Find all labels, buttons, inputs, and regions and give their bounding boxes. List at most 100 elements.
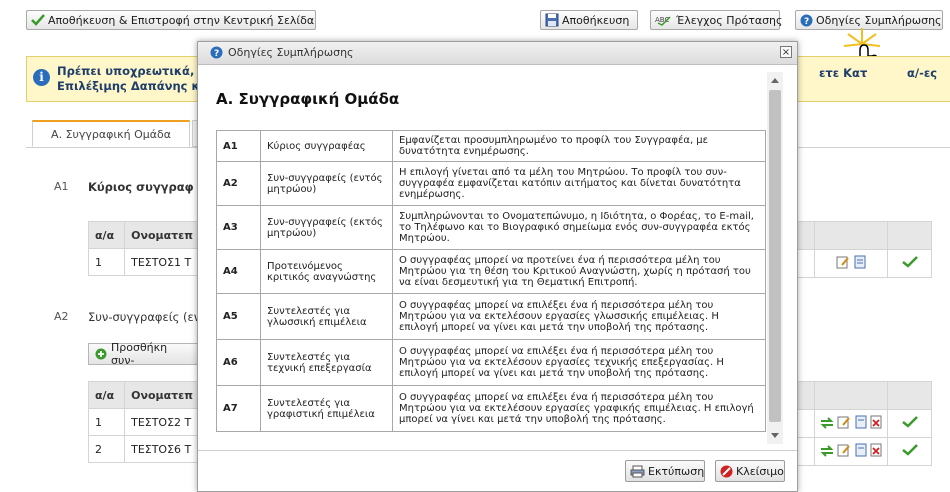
dialog-body: Α. Συγγραφική Ομάδα A1 Κύριος συγγραφέας Ε…: [204, 70, 784, 452]
guide-label: Συντελεστές για γραφιστική επιμέλεια: [260, 385, 393, 432]
guide-row: A5 Συντελεστές για γλωσσική επιμέλεια Ο συ…: [216, 293, 766, 340]
col-header-num: α/α: [87, 381, 126, 409]
svg-text:?: ?: [804, 17, 809, 27]
cancel-icon: [720, 465, 733, 478]
guide-label: Συντελεστές για τεχνική επεξεργασία: [260, 339, 393, 386]
guide-table: A1 Κύριος συγγραφέας Εμφανίζεται προσυμπλη…: [216, 130, 766, 432]
scroll-thumb[interactable]: [769, 90, 781, 422]
alert-right-text-2: α/-ες: [907, 66, 938, 80]
guide-code: A3: [216, 205, 261, 250]
close-button[interactable]: Κλείσιμο: [715, 460, 785, 482]
swap-icon[interactable]: [820, 445, 834, 457]
guide-label: Συν-συγγραφείς (εκτός μητρώου): [260, 205, 393, 250]
document-icon[interactable]: [855, 443, 867, 457]
dialog-scrollbar[interactable]: [767, 72, 783, 444]
add-coauthor-button[interactable]: Προσθήκη συν-: [88, 341, 198, 367]
check-proposal-label: Έλεγχος Πρότασης: [676, 13, 783, 27]
guide-desc: Εμφανίζεται προσυμπληρωμένο το προφίλ το…: [392, 130, 766, 162]
add-coauthor-label: Προσθήκη συν-: [111, 341, 168, 367]
help-icon: ?: [800, 14, 813, 27]
table-row: 1 ΤΕΣΤΟΣ2 Τ: [87, 408, 200, 436]
row-num: 1: [87, 408, 126, 436]
save-return-button[interactable]: Αποθήκευση & Επιστροφή στην Κεντρική Σελ…: [26, 10, 316, 30]
svg-text:?: ?: [214, 49, 219, 59]
guide-label: Συν-συγγραφείς (εντός μητρώου): [260, 161, 393, 206]
guide-row: A4 Προτεινόμενος κριτικός αναγνώστης Ο συγ…: [216, 249, 766, 294]
save-button[interactable]: Αποθήκευση: [540, 10, 638, 30]
alert-right-text: ετε Κατ: [819, 66, 868, 80]
table-a1-actions: [784, 221, 932, 278]
guide-code: A1: [216, 130, 261, 162]
edit-icon[interactable]: [837, 443, 851, 457]
save-return-label: Αποθήκευση & Επιστροφή στην Κεντρική Σελ…: [48, 13, 315, 27]
guide-desc: Η επιλογή γίνεται από τα μέλη του Μητρώο…: [392, 161, 766, 206]
guide-desc: Ο συγγραφέας μπορεί να επιλέξει ένα ή πε…: [392, 385, 766, 432]
table-a1: α/α Ονοματεπ 1 ΤΕΣΤΟΣ1 Τ: [87, 221, 200, 276]
save-label: Αποθήκευση: [562, 13, 630, 27]
col-header-name: Ονοματεπ: [124, 221, 200, 249]
guide-desc: Ο συγγραφέας μπορεί να επιλέξει ένα ή πε…: [392, 339, 766, 386]
guide-label: Συντελεστές για γλωσσική επιμέλεια: [260, 293, 393, 340]
close-label: Κλείσιμο: [736, 464, 784, 478]
table-row: 2 ΤΕΣΤΟΣ6 Τ: [87, 435, 200, 463]
alert-line-2: Επιλέξιμης Δαπάνης κ: [57, 79, 200, 93]
scroll-up-icon[interactable]: [771, 78, 779, 83]
guide-desc: Ο συγγραφέας μπορεί να επιλέξει ένα ή πε…: [392, 293, 766, 340]
document-icon[interactable]: [855, 415, 867, 429]
print-label: Εκτύπωση: [648, 464, 705, 478]
tab-writing-team[interactable]: Α. Συγγραφική Ομάδα: [32, 120, 190, 147]
swap-icon[interactable]: [820, 417, 834, 429]
document-icon[interactable]: [854, 255, 866, 269]
guide-code: A5: [216, 293, 261, 340]
section-a1-code: A1: [54, 180, 69, 193]
ok-check-icon: [901, 444, 918, 456]
spellcheck-icon: ABC: [655, 14, 673, 26]
table-a2-actions: [784, 381, 932, 466]
tab-label: Α. Συγγραφική Ομάδα: [51, 127, 171, 141]
table-row: 1 ΤΕΣΤΟΣ1 Τ: [87, 248, 200, 276]
guide-label: Προτεινόμενος κριτικός αναγνώστης: [260, 249, 393, 294]
floppy-disk-icon: [545, 13, 559, 27]
dialog-footer: Εκτύπωση Κλείσιμο: [198, 450, 797, 491]
row-name: ΤΕΣΤΟΣ2 Τ: [124, 408, 200, 436]
close-icon[interactable]: ×: [780, 46, 792, 58]
guide-label: Κύριος συγγραφέας: [260, 130, 393, 162]
guide-row: A2 Συν-συγγραφείς (εντός μητρώου) Η επιλογ…: [216, 161, 766, 206]
check-icon: [31, 14, 45, 26]
guide-row: A7 Συντελεστές για γραφιστική επιμέλεια Ο …: [216, 385, 766, 432]
printer-icon: [630, 465, 645, 478]
col-header-num: α/α: [87, 221, 126, 249]
delete-icon[interactable]: [870, 443, 882, 457]
dialog-heading: Α. Συγγραφική Ομάδα: [216, 90, 400, 108]
guide-code: A7: [216, 385, 261, 432]
ok-check-icon: [901, 256, 918, 268]
row-name: ΤΕΣΤΟΣ1 Τ: [124, 248, 200, 276]
section-a2-title: Συν-συγγραφείς (εν: [88, 310, 201, 324]
dialog-title: Οδηγίες Συμπλήρωσης: [228, 46, 354, 59]
guide-dialog: ? Οδηγίες Συμπλήρωσης × Α. Συγγραφική Ομ…: [197, 41, 798, 492]
guide-code: A2: [216, 161, 261, 206]
print-button[interactable]: Εκτύπωση: [625, 460, 705, 482]
guide-desc: Ο συγγραφέας μπορεί να προτείνει ένα ή π…: [392, 249, 766, 294]
section-a2-code: A2: [54, 310, 69, 323]
row-num: 2: [87, 435, 126, 463]
add-icon: [95, 348, 107, 360]
info-icon: i: [33, 69, 50, 86]
table-a2: α/α Ονοματεπ 1 ΤΕΣΤΟΣ2 Τ 2 ΤΕΣΤΟΣ6 Τ: [87, 381, 200, 463]
scroll-down-icon[interactable]: [771, 433, 779, 438]
guide-code: A6: [216, 339, 261, 386]
dialog-titlebar[interactable]: ? Οδηγίες Συμπλήρωσης ×: [198, 42, 797, 65]
guide-desc: Συμπληρώνονται το Ονοματεπώνυμο, η Ιδιότ…: [392, 205, 766, 250]
guide-code: A4: [216, 249, 261, 294]
edit-icon[interactable]: [836, 255, 850, 269]
row-name: ΤΕΣΤΟΣ6 Τ: [124, 435, 200, 463]
alert-line-1: Πρέπει υποχρεωτικά,: [57, 64, 195, 78]
edit-icon[interactable]: [837, 415, 851, 429]
section-a1-title: Κύριος συγγραφ: [88, 180, 194, 194]
guide-row: A3 Συν-συγγραφείς (εκτός μητρώου) Συμπληρώ…: [216, 205, 766, 250]
delete-icon[interactable]: [870, 415, 882, 429]
ok-check-icon: [901, 416, 918, 428]
row-num: 1: [87, 248, 126, 276]
help-icon: ?: [210, 46, 223, 59]
check-proposal-button[interactable]: ABC Έλεγχος Πρότασης: [650, 10, 783, 30]
